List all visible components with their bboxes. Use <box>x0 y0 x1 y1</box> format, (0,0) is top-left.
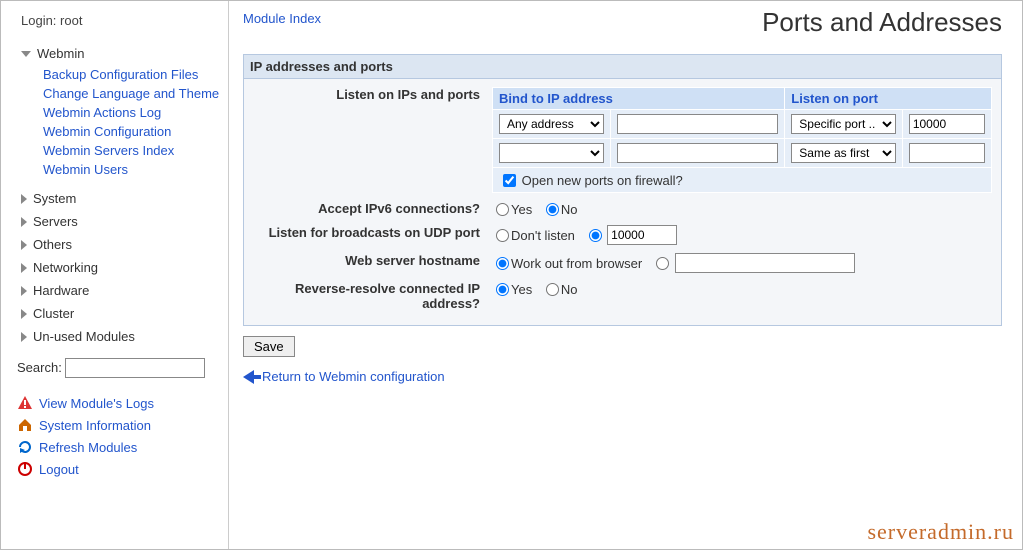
sidebar-item-webmin-config[interactable]: Webmin Configuration <box>43 124 171 139</box>
return-arrow-icon[interactable] <box>243 370 254 384</box>
ipv6-yes-radio[interactable] <box>496 203 509 216</box>
sidebar-cat-unused[interactable]: Un-used Modules <box>13 327 224 346</box>
chevron-right-icon <box>21 217 27 227</box>
ip-input-0[interactable] <box>617 114 779 134</box>
link-refresh-modules[interactable]: Refresh Modules <box>39 440 137 455</box>
link-system-info[interactable]: System Information <box>39 418 151 433</box>
login-label: Login: root <box>21 13 224 28</box>
sidebar-cat-others[interactable]: Others <box>13 235 224 254</box>
link-view-logs[interactable]: View Module's Logs <box>39 396 154 411</box>
search-label: Search: <box>17 360 62 375</box>
sidebar-cat-hardware[interactable]: Hardware <box>13 281 224 300</box>
chevron-right-icon <box>21 263 27 273</box>
chevron-right-icon <box>21 332 27 342</box>
ip-input-1[interactable] <box>617 143 779 163</box>
chevron-right-icon <box>21 194 27 204</box>
home-icon <box>17 417 33 433</box>
power-icon <box>17 461 33 477</box>
module-index-link[interactable]: Module Index <box>243 7 321 26</box>
sidebar: Login: root Webmin Backup Configuration … <box>1 1 229 549</box>
hostname-manual-radio[interactable] <box>656 257 669 270</box>
return-link[interactable]: Return to Webmin configuration <box>262 369 445 384</box>
ipv6-no-radio[interactable] <box>546 203 559 216</box>
sidebar-item-change-language[interactable]: Change Language and Theme <box>43 86 219 101</box>
label-ipv6: Accept IPv6 connections? <box>244 197 486 221</box>
port-input-1[interactable] <box>909 143 985 163</box>
sidebar-cat-system[interactable]: System <box>13 189 224 208</box>
warning-icon <box>17 395 33 411</box>
chevron-down-icon <box>21 51 31 57</box>
col-bind-header: Bind to IP address <box>493 88 785 110</box>
page-title: Ports and Addresses <box>762 7 1002 38</box>
firewall-label: Open new ports on firewall? <box>522 173 683 188</box>
save-button[interactable]: Save <box>243 336 295 357</box>
bind-select-1[interactable] <box>499 143 604 163</box>
firewall-checkbox[interactable] <box>503 174 516 187</box>
ip-port-table: Bind to IP address Listen on port Any ad… <box>492 87 992 193</box>
watermark: serveradmin.ru <box>867 519 1014 545</box>
section-heading: IP addresses and ports <box>244 55 1001 79</box>
udp-dont-radio[interactable] <box>496 229 509 242</box>
sidebar-cat-cluster[interactable]: Cluster <box>13 304 224 323</box>
reverse-yes-radio[interactable] <box>496 283 509 296</box>
reverse-no-radio[interactable] <box>546 283 559 296</box>
col-port-header: Listen on port <box>785 88 992 110</box>
chevron-right-icon <box>21 309 27 319</box>
sidebar-cat-networking[interactable]: Networking <box>13 258 224 277</box>
port-mode-1[interactable]: Same as first <box>791 143 896 163</box>
bind-select-0[interactable]: Any address <box>499 114 604 134</box>
label-listen-ips: Listen on IPs and ports <box>244 83 486 197</box>
refresh-icon <box>17 439 33 455</box>
sidebar-item-webmin-users[interactable]: Webmin Users <box>43 162 128 177</box>
udp-port-input[interactable] <box>607 225 677 245</box>
sidebar-item-backup-config[interactable]: Backup Configuration Files <box>43 67 198 82</box>
sidebar-item-actions-log[interactable]: Webmin Actions Log <box>43 105 161 120</box>
ip-section: IP addresses and ports Listen on IPs and… <box>243 54 1002 326</box>
chevron-right-icon <box>21 240 27 250</box>
sidebar-cat-webmin[interactable]: Webmin <box>13 44 224 63</box>
link-logout[interactable]: Logout <box>39 462 79 477</box>
main-content: Module Index Ports and Addresses IP addr… <box>229 1 1022 549</box>
sidebar-item-servers-index[interactable]: Webmin Servers Index <box>43 143 174 158</box>
port-input-0[interactable] <box>909 114 985 134</box>
chevron-right-icon <box>21 286 27 296</box>
port-mode-0[interactable]: Specific port .. <box>791 114 896 134</box>
udp-port-radio[interactable] <box>589 229 602 242</box>
label-reverse: Reverse-resolve connected IP address? <box>244 277 486 315</box>
hostname-auto-radio[interactable] <box>496 257 509 270</box>
label-udp: Listen for broadcasts on UDP port <box>244 221 486 249</box>
label-hostname: Web server hostname <box>244 249 486 277</box>
hostname-input[interactable] <box>675 253 855 273</box>
sidebar-cat-servers[interactable]: Servers <box>13 212 224 231</box>
search-input[interactable] <box>65 358 205 378</box>
